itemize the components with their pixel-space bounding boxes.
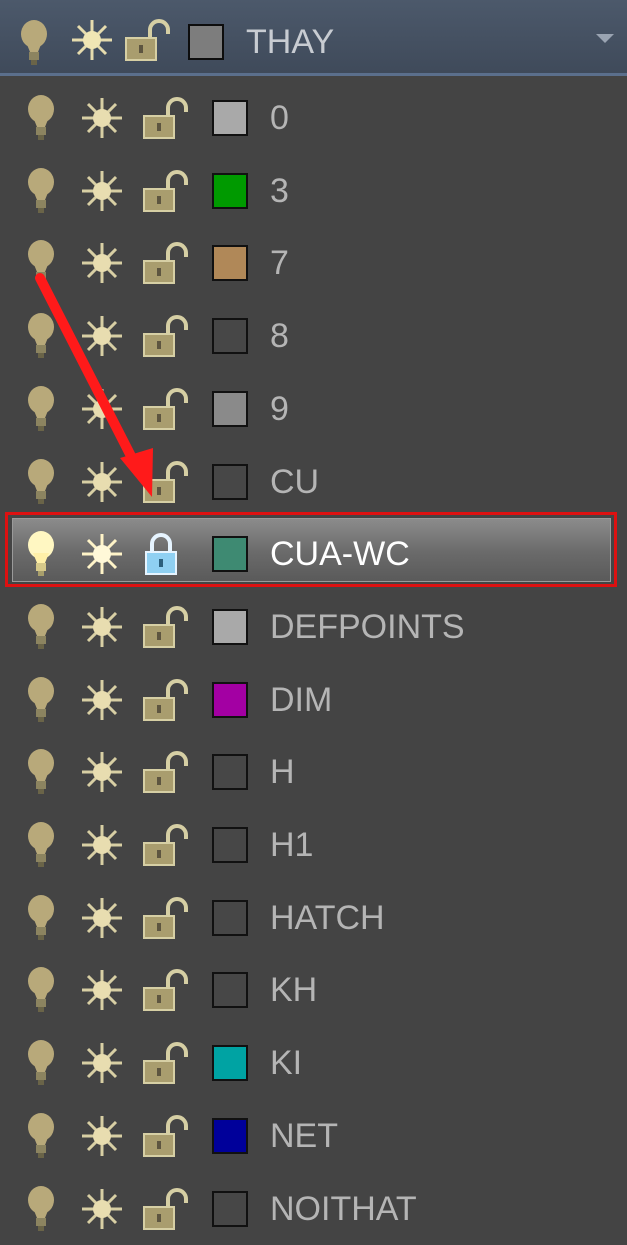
annotation-arrow: [35, 273, 153, 497]
